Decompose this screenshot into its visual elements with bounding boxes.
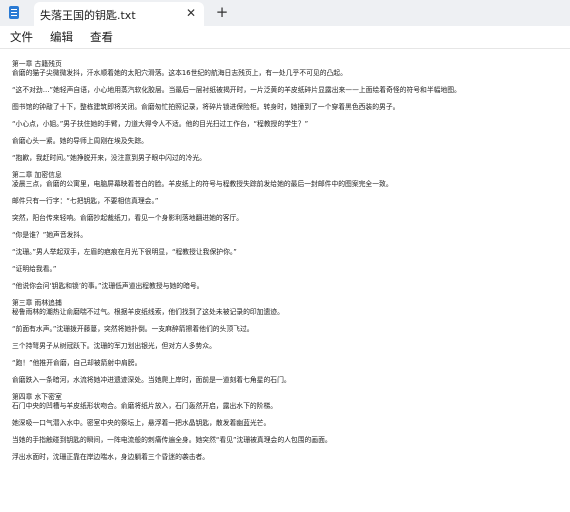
text-line: 石门中央的凹槽与羊皮纸形状吻合。俞磨将纸片放入，石门轰然开启，露出水下的阶梯。 — [12, 402, 278, 410]
text-line: “证明给我看。” — [12, 265, 57, 273]
close-icon[interactable]: ✕ — [183, 5, 199, 21]
divider — [0, 48, 570, 49]
text-line: “沈珊。”男人举起双手，左眉的疤痕在月光下很明显，“程教授让我保护你。” — [12, 248, 237, 256]
menu-bar: 文件 编辑 查看 — [0, 26, 570, 48]
text-line: “前面有水声。”沈珊拨开藤蔓，突然将她扑倒。一支麻醉箭擦着他们的头顶飞过。 — [12, 325, 254, 333]
chapter-heading: 第四章 水下密室 — [12, 393, 62, 401]
text-line: 邮件只有一行字：“七把钥匙，不要相信真理会。” — [12, 197, 159, 205]
tab-document[interactable]: 失落王国的钥匙.txt ✕ — [34, 2, 204, 26]
menu-view[interactable]: 查看 — [90, 29, 113, 45]
chapter-heading: 第二章 加密信息 — [12, 171, 62, 179]
chapter-heading: 第三章 雨林追捕 — [12, 299, 62, 307]
text-line: 俞磨跌入一条暗河，水流将她冲进遗迹深处。当她爬上岸时，面前是一道刻着七角星的石门… — [12, 376, 291, 384]
text-line: 俞磨的猫子尖微微发抖，汗水顺着她的太阳穴滑落。这本16世纪的航海日志残页上，有一… — [12, 69, 347, 77]
text-line: 当她的手指触碰到钥匙的瞬间，一阵电流般的刺痛传遍全身。她突然“看见”沈珊被真理会… — [12, 436, 332, 444]
text-line: 浮出水面时，沈珊正靠在岸边喘水，身边躺着三个昏迷的袭击者。 — [12, 453, 210, 461]
chapter-heading: 第一章 古籍残页 — [12, 60, 62, 68]
text-line: “他说你会问‘钥匙和锁’的事。”沈珊低声道出程教授与她的暗号。 — [12, 282, 204, 290]
text-line: 三个持弩男子从树冠跃下。沈珊的军刀划出银光，但对方人多势众。 — [12, 342, 216, 350]
notepad-icon — [9, 6, 19, 19]
menu-file[interactable]: 文件 — [10, 29, 33, 45]
text-line: “小心点，小姐。”男子扶住她的手臂，力道大得令人不适。他的目光扫过工作台，“程教… — [12, 120, 309, 128]
tab-title: 失落王国的钥匙.txt — [40, 9, 136, 22]
text-editor-area[interactable]: 第一章 古籍残页 俞磨的猫子尖微微发抖，汗水顺着她的太阳穴滑落。这本16世纪的航… — [12, 60, 562, 512]
text-line: 秘鲁雨林的潮热让俞磨喘不过气。根据羊皮纸线索，他们找到了这处未被记录的印加遗迹。 — [12, 308, 284, 316]
text-line: “这不对劲…”她轻声自语，小心地用蒸汽软化胶层。当最后一层衬纸被揭开时，一片泛黄… — [12, 86, 461, 94]
text-line: 凌晨三点，俞磨的公寓里，电脑屏幕映着苍白的脸。羊皮纸上的符号与程教授失踪前发给她… — [12, 180, 393, 188]
text-line: “你是谁？”她声音发抖。 — [12, 231, 88, 239]
text-line: 俞磨心头一紧。她的导师上周刚在埃及失踪。 — [12, 137, 148, 145]
text-line: 突然，阳台传来轻响。俞磨抄起裁纸刀，看见一个身影利落地翻进她的客厅。 — [12, 214, 244, 222]
text-line: 图书馆的钟敲了十下，整栋建筑即将关闭。俞磨匆忙拍照记录，将碎片锁进保险柜。转身时… — [12, 103, 400, 111]
text-line: “跑！”他推开俞磨，自己却被箭射中肩膀。 — [12, 359, 142, 367]
text-line: 她深吸一口气潜入水中。密室中央的祭坛上，悬浮着一把水晶钥匙，散发着幽蓝光芒。 — [12, 419, 271, 427]
menu-edit[interactable]: 编辑 — [50, 29, 73, 45]
plus-icon[interactable]: + — [214, 4, 230, 20]
text-line: “抱歉，我赶时间。”她挣脱开来，没注意到男子眼中闪过的冷光。 — [12, 154, 206, 162]
title-bar: 失落王国的钥匙.txt ✕ + — [0, 0, 570, 26]
